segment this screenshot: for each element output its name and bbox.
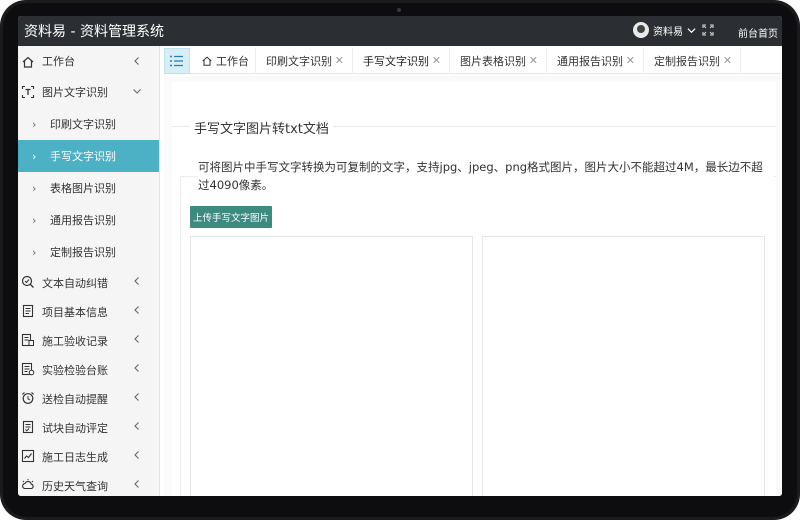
close-icon[interactable]: ✕ [529, 54, 538, 67]
avatar [633, 22, 649, 38]
app-screen: 资料易 - 资料管理系统 资料易 前台首页 工作台 图片文字识别 › 印刷文字识… [18, 16, 782, 496]
top-bar: 资料易 - 资料管理系统 资料易 前台首页 [18, 16, 782, 46]
sidebar-subitem-print-ocr[interactable]: › 印刷文字识别 [18, 108, 159, 140]
sidebar-item-label: 施工验收记录 [42, 334, 108, 348]
sidebar-subitem-label: 定制报告识别 [50, 246, 116, 259]
home-icon [202, 56, 212, 66]
sidebar-item-text-correction[interactable]: 文本自动纠错 [18, 268, 159, 297]
tab-label: 定制报告识别 [654, 55, 720, 68]
sidebar-item-label: 送检自动提醒 [42, 392, 108, 406]
menu-toggle-button[interactable] [164, 48, 190, 74]
chevron-left-icon [134, 451, 139, 459]
chevron-right-icon: › [32, 213, 37, 227]
tab-print-ocr[interactable]: 印刷文字识别 ✕ [256, 48, 353, 74]
sidebar-item-image-ocr[interactable]: 图片文字识别 [18, 76, 159, 108]
record-icon [21, 333, 34, 347]
chevron-left-icon [134, 480, 139, 488]
content-panel: 手写文字图片转txt文档 可将图片中手写文字转换为可复制的文字，支持jpg、jp… [172, 82, 776, 496]
close-icon[interactable]: ✕ [626, 54, 635, 67]
tab-label: 手写文字识别 [363, 55, 429, 68]
sidebar-item-label: 图片文字识别 [42, 86, 108, 99]
chevron-down-icon [687, 27, 696, 33]
image-preview-panel [190, 236, 473, 496]
sidebar-item-label: 工作台 [42, 55, 75, 68]
sidebar-item-construction-log[interactable]: 施工日志生成 [18, 442, 159, 471]
tab-label: 工作台 [216, 55, 249, 68]
sidebar-item-label: 历史天气查询 [42, 479, 108, 493]
tablet-bezel: 资料易 - 资料管理系统 资料易 前台首页 工作台 图片文字识别 › 印刷文字识… [0, 0, 800, 520]
sidebar-subitem-table-ocr[interactable]: › 表格图片识别 [18, 172, 159, 204]
sidebar-item-acceptance-records[interactable]: 施工验收记录 [18, 326, 159, 355]
close-icon[interactable]: ✕ [723, 54, 732, 67]
weather-icon [22, 479, 34, 490]
chevron-left-icon [134, 306, 139, 314]
chevron-right-icon: › [32, 181, 37, 195]
main-content: 手写文字图片转txt文档 可将图片中手写文字转换为可复制的文字，支持jpg、jp… [164, 76, 782, 496]
tab-general-report-ocr[interactable]: 通用报告识别 ✕ [547, 48, 644, 74]
chevron-left-icon [134, 277, 139, 285]
sidebar-subitem-custom-report-ocr[interactable]: › 定制报告识别 [18, 236, 159, 268]
chevron-left-icon [134, 57, 139, 65]
fullscreen-icon[interactable] [702, 24, 714, 36]
chevron-right-icon: › [32, 149, 37, 163]
chevron-left-icon [134, 393, 139, 401]
text-check-icon [21, 275, 34, 288]
sidebar-item-label: 实验检验台账 [42, 363, 108, 377]
tab-label: 印刷文字识别 [266, 55, 332, 68]
sidebar-subitem-label: 表格图片识别 [50, 182, 116, 195]
sidebar-subitem-handwriting-ocr[interactable]: › 手写文字识别 [18, 140, 159, 172]
sidebar-item-specimen-evaluation[interactable]: 试块自动评定 [18, 413, 159, 442]
home-icon [22, 56, 34, 68]
app-title: 资料易 - 资料管理系统 [24, 24, 164, 40]
menu-icon [170, 55, 183, 67]
document-icon [22, 304, 34, 318]
tab-table-ocr[interactable]: 图片表格识别 ✕ [450, 48, 547, 74]
user-name: 资料易 [653, 26, 683, 38]
tab-label: 图片表格识别 [460, 55, 526, 68]
sidebar-subitem-label: 印刷文字识别 [50, 118, 116, 131]
user-menu[interactable]: 资料易 [633, 22, 696, 38]
page-title: 手写文字图片转txt文档 [190, 118, 333, 137]
chevron-right-icon: › [32, 117, 37, 131]
home-link[interactable]: 前台首页 [738, 25, 778, 40]
alarm-clock-icon [22, 392, 34, 404]
sidebar-subitem-general-report-ocr[interactable]: › 通用报告识别 [18, 204, 159, 236]
tab-label: 通用报告识别 [557, 55, 623, 68]
sidebar-item-label: 施工日志生成 [42, 450, 108, 464]
close-icon[interactable]: ✕ [432, 54, 441, 67]
log-icon [21, 449, 35, 463]
sidebar-item-test-ledger[interactable]: 实验检验台账 [18, 355, 159, 384]
sidebar: 工作台 图片文字识别 › 印刷文字识别 › 手写文字识别 › 表格图片识别 › [18, 46, 160, 496]
chevron-down-icon [133, 89, 141, 94]
sidebar-item-label: 试块自动评定 [42, 421, 108, 435]
tab-workbench[interactable]: 工作台 [192, 48, 256, 74]
sidebar-item-project-info[interactable]: 项目基本信息 [18, 297, 159, 326]
upload-handwriting-image-button[interactable]: 上传手写文字图片 [190, 206, 272, 228]
evaluate-icon [22, 420, 34, 434]
chevron-left-icon [134, 422, 139, 430]
chevron-right-icon: › [32, 245, 37, 259]
tab-custom-report-ocr[interactable]: 定制报告识别 ✕ [644, 48, 741, 74]
sidebar-item-label: 项目基本信息 [42, 305, 108, 319]
camera-dot [397, 8, 401, 12]
text-recognition-icon [21, 85, 35, 99]
page-description: 可将图片中手写文字转换为可复制的文字，支持jpg、jpeg、png格式图片，图片… [198, 158, 774, 194]
ledger-icon [21, 362, 35, 376]
sidebar-subitem-label: 通用报告识别 [50, 214, 116, 227]
sidebar-item-workbench[interactable]: 工作台 [18, 46, 159, 76]
sidebar-subitem-label: 手写文字识别 [50, 150, 116, 163]
text-result-panel[interactable] [482, 236, 765, 496]
sidebar-item-label: 文本自动纠错 [42, 276, 108, 290]
sidebar-item-weather-history[interactable]: 历史天气查询 [18, 471, 159, 496]
tab-handwriting-ocr[interactable]: 手写文字识别 ✕ [353, 48, 450, 74]
chevron-left-icon [134, 364, 139, 372]
tab-bar: 工作台 印刷文字识别 ✕ 手写文字识别 ✕ 图片表格识别 ✕ 通用报告识别 ✕ … [164, 48, 782, 74]
sidebar-item-inspection-reminder[interactable]: 送检自动提醒 [18, 384, 159, 413]
chevron-left-icon [134, 335, 139, 343]
close-icon[interactable]: ✕ [335, 54, 344, 67]
